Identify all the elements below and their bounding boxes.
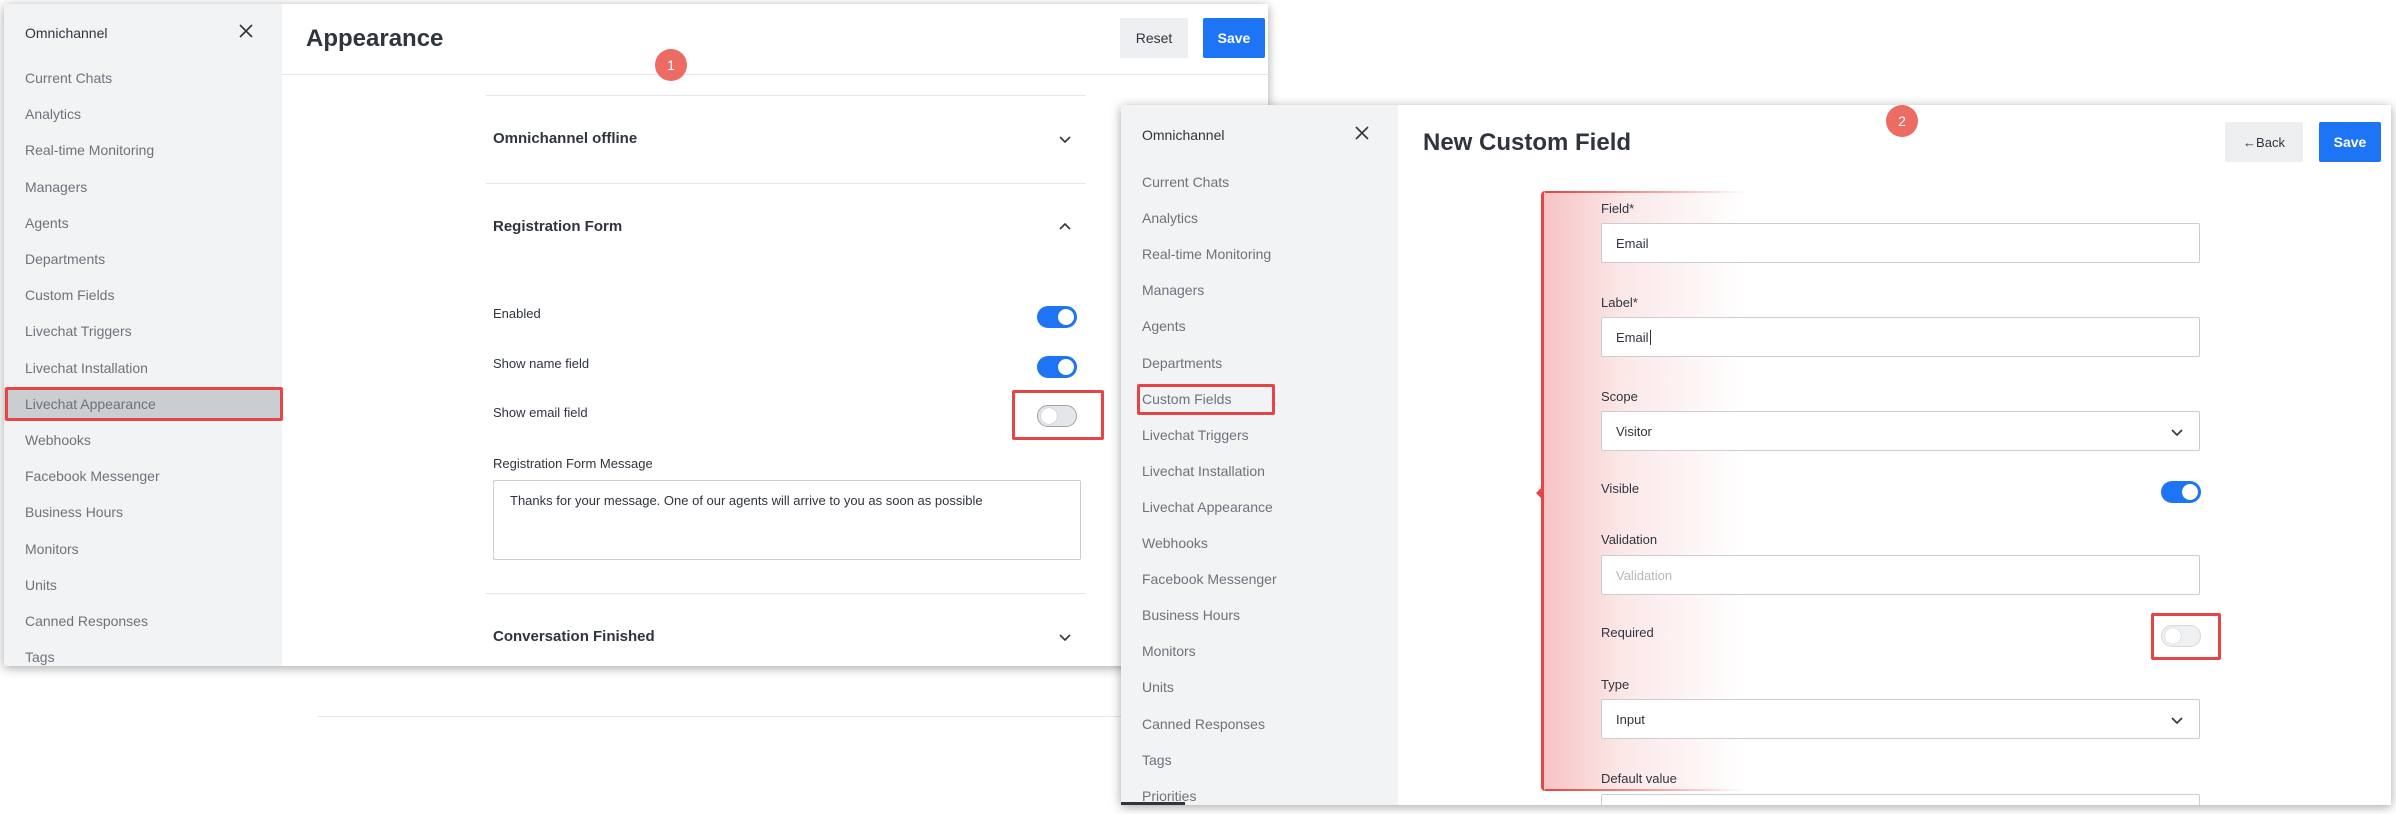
- chevron-down-icon[interactable]: [1057, 629, 1073, 645]
- default-value-input[interactable]: [1601, 794, 2200, 805]
- sidebar-item-facebook-messenger[interactable]: Facebook Messenger: [1142, 571, 1277, 587]
- section-divider: [486, 95, 1086, 96]
- enabled-toggle[interactable]: [1037, 306, 1077, 328]
- sidebar-item-tags[interactable]: Tags: [1142, 752, 1172, 768]
- chevron-down-icon: [2171, 429, 2183, 437]
- show-name-label: Show name field: [493, 356, 590, 371]
- close-icon[interactable]: [237, 22, 255, 40]
- sidebar-item-tags[interactable]: Tags: [25, 649, 55, 665]
- step-badge: 1: [655, 49, 687, 81]
- header-divider: [282, 74, 1268, 75]
- field-input[interactable]: Email: [1601, 223, 2200, 263]
- sidebar-item-livechat-appearance[interactable]: Livechat Appearance: [1142, 499, 1273, 515]
- sidebar-item-departments[interactable]: Departments: [1142, 355, 1222, 371]
- save-button[interactable]: Save: [1203, 18, 1265, 58]
- page-title: Appearance: [306, 25, 444, 52]
- section-divider: [486, 183, 1086, 184]
- sidebar-item-current-chats[interactable]: Current Chats: [25, 70, 112, 86]
- appearance-window: Omnichannel Current Chats Analytics Real-t…: [4, 4, 1268, 666]
- sidebar: Omnichannel Current Chats Analytics Real-t…: [1121, 105, 1398, 805]
- sidebar-item-canned-responses[interactable]: Canned Responses: [1142, 716, 1265, 732]
- field-label: Field*: [1601, 201, 1635, 216]
- sidebar-item-units[interactable]: Units: [25, 577, 57, 593]
- type-label: Type: [1601, 677, 1630, 692]
- required-label: Required: [1601, 625, 1654, 640]
- sidebar-title: Omnichannel: [25, 25, 108, 41]
- sidebar-item-current-chats[interactable]: Current Chats: [1142, 174, 1229, 190]
- registration-message-label: Registration Form Message: [493, 456, 653, 471]
- back-button[interactable]: ←Back: [2225, 122, 2303, 162]
- reset-button[interactable]: Reset: [1120, 18, 1188, 58]
- scope-select-value: Visitor: [1616, 423, 1652, 439]
- sidebar-item-custom-fields[interactable]: Custom Fields: [1142, 391, 1231, 407]
- save-button[interactable]: Save: [2319, 122, 2381, 162]
- validation-label: Validation: [1601, 532, 1658, 547]
- visible-label: Visible: [1601, 481, 1640, 496]
- sidebar-item-facebook-messenger[interactable]: Facebook Messenger: [25, 468, 160, 484]
- sidebar-item-analytics[interactable]: Analytics: [25, 106, 81, 122]
- bracket-bottom: [1545, 789, 1745, 791]
- sidebar-item-agents[interactable]: Agents: [1142, 318, 1186, 334]
- page-title: New Custom Field: [1423, 129, 1632, 156]
- section-finished-title[interactable]: Conversation Finished: [493, 628, 655, 645]
- sidebar-item-livechat-triggers[interactable]: Livechat Triggers: [1142, 427, 1249, 443]
- type-select-value: Input: [1616, 711, 1645, 727]
- visible-toggle[interactable]: [2161, 481, 2201, 503]
- sidebar-item-real-time-monitoring[interactable]: Real-time Monitoring: [1142, 246, 1271, 262]
- text-cursor: [1649, 329, 1651, 345]
- sidebar-item-departments[interactable]: Departments: [25, 251, 105, 267]
- section-divider: [486, 593, 1086, 594]
- sidebar-item-managers[interactable]: Managers: [1142, 282, 1204, 298]
- section-offline-title[interactable]: Omnichannel offline: [493, 130, 637, 147]
- new-custom-field-window: Omnichannel Current Chats Analytics Real-t…: [1121, 105, 2391, 805]
- sidebar-item-business-hours[interactable]: Business Hours: [1142, 607, 1240, 623]
- close-icon[interactable]: [1353, 124, 1371, 142]
- section-registration-title[interactable]: Registration Form: [493, 218, 622, 235]
- sidebar-item-webhooks[interactable]: Webhooks: [1142, 535, 1208, 551]
- label-input-value: Email: [1616, 329, 1649, 345]
- step-badge: 2: [1886, 105, 1918, 137]
- default-value-label: Default value: [1601, 771, 1677, 786]
- sidebar-item-real-time-monitoring[interactable]: Real-time Monitoring: [25, 142, 154, 158]
- sidebar-item-business-hours[interactable]: Business Hours: [25, 504, 123, 520]
- chevron-up-icon[interactable]: [1057, 219, 1073, 235]
- sidebar-item-canned-responses[interactable]: Canned Responses: [25, 613, 148, 629]
- sidebar-item-monitors[interactable]: Monitors: [25, 541, 79, 557]
- sidebar-item-units[interactable]: Units: [1142, 679, 1174, 695]
- bracket-top: [1545, 191, 1745, 193]
- sidebar-item-managers[interactable]: Managers: [25, 179, 87, 195]
- sidebar-item-livechat-appearance[interactable]: Livechat Appearance: [25, 396, 156, 412]
- sidebar-title: Omnichannel: [1142, 127, 1225, 143]
- show-email-toggle[interactable]: [1037, 405, 1077, 427]
- required-toggle[interactable]: [2161, 625, 2201, 647]
- sidebar-item-livechat-installation[interactable]: Livechat Installation: [1142, 463, 1265, 479]
- background-divider: [318, 716, 1128, 717]
- sidebar-item-custom-fields[interactable]: Custom Fields: [25, 287, 114, 303]
- bracket-notch: [1536, 487, 1542, 499]
- label-input[interactable]: Email: [1601, 317, 2200, 357]
- sidebar-item-agents[interactable]: Agents: [25, 215, 69, 231]
- scope-select[interactable]: Visitor: [1601, 411, 2200, 451]
- sidebar-item-livechat-installation[interactable]: Livechat Installation: [25, 360, 148, 376]
- enabled-label: Enabled: [493, 306, 541, 321]
- chevron-down-icon[interactable]: [1057, 131, 1073, 147]
- chevron-down-icon: [2171, 717, 2183, 725]
- scroll-indicator: [1121, 802, 1185, 805]
- show-name-toggle[interactable]: [1037, 356, 1077, 378]
- sidebar-item-monitors[interactable]: Monitors: [1142, 643, 1196, 659]
- sidebar-item-analytics[interactable]: Analytics: [1142, 210, 1198, 226]
- sidebar-item-livechat-triggers[interactable]: Livechat Triggers: [25, 323, 132, 339]
- sidebar: Omnichannel Current Chats Analytics Real-t…: [4, 4, 282, 666]
- show-email-label: Show email field: [493, 405, 588, 420]
- scope-label: Scope: [1601, 389, 1638, 404]
- sidebar-item-webhooks[interactable]: Webhooks: [25, 432, 91, 448]
- validation-input[interactable]: Validation: [1601, 555, 2200, 595]
- label-label: Label*: [1601, 295, 1638, 310]
- registration-message-textarea[interactable]: Thanks for your message. One of our agen…: [493, 480, 1081, 560]
- type-select[interactable]: Input: [1601, 699, 2200, 739]
